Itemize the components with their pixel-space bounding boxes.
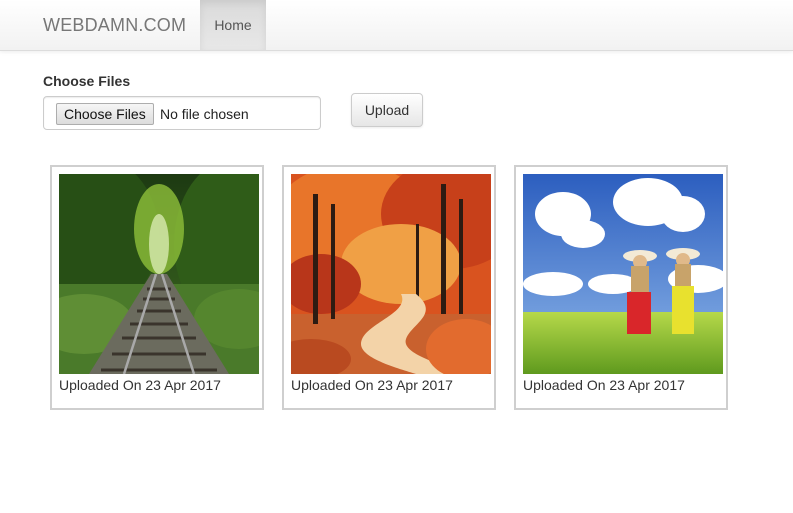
gallery-card: Uploaded On 23 Apr 2017 (514, 165, 728, 410)
navbar: WEBDAMN.COM Home (0, 0, 793, 51)
autumn-forest-path-image[interactable] (291, 174, 491, 374)
choose-files-button[interactable]: Choose Files (56, 103, 154, 125)
upload-date-caption: Uploaded On 23 Apr 2017 (291, 377, 453, 393)
railway-track-forest-image[interactable] (59, 174, 259, 374)
upload-date-caption: Uploaded On 23 Apr 2017 (523, 377, 685, 393)
file-status-text: No file chosen (160, 106, 249, 122)
upload-button[interactable]: Upload (351, 93, 423, 127)
upload-date-caption: Uploaded On 23 Apr 2017 (59, 377, 221, 393)
brand-logo[interactable]: WEBDAMN.COM (43, 15, 186, 36)
nav-item-home[interactable]: Home (200, 0, 266, 50)
girls-in-meadow-image[interactable] (523, 174, 723, 374)
choose-files-label: Choose Files (43, 73, 131, 89)
gallery-card: Uploaded On 23 Apr 2017 (282, 165, 496, 410)
gallery-card: Uploaded On 23 Apr 2017 (50, 165, 264, 410)
file-input[interactable]: Choose Files No file chosen (43, 96, 321, 130)
